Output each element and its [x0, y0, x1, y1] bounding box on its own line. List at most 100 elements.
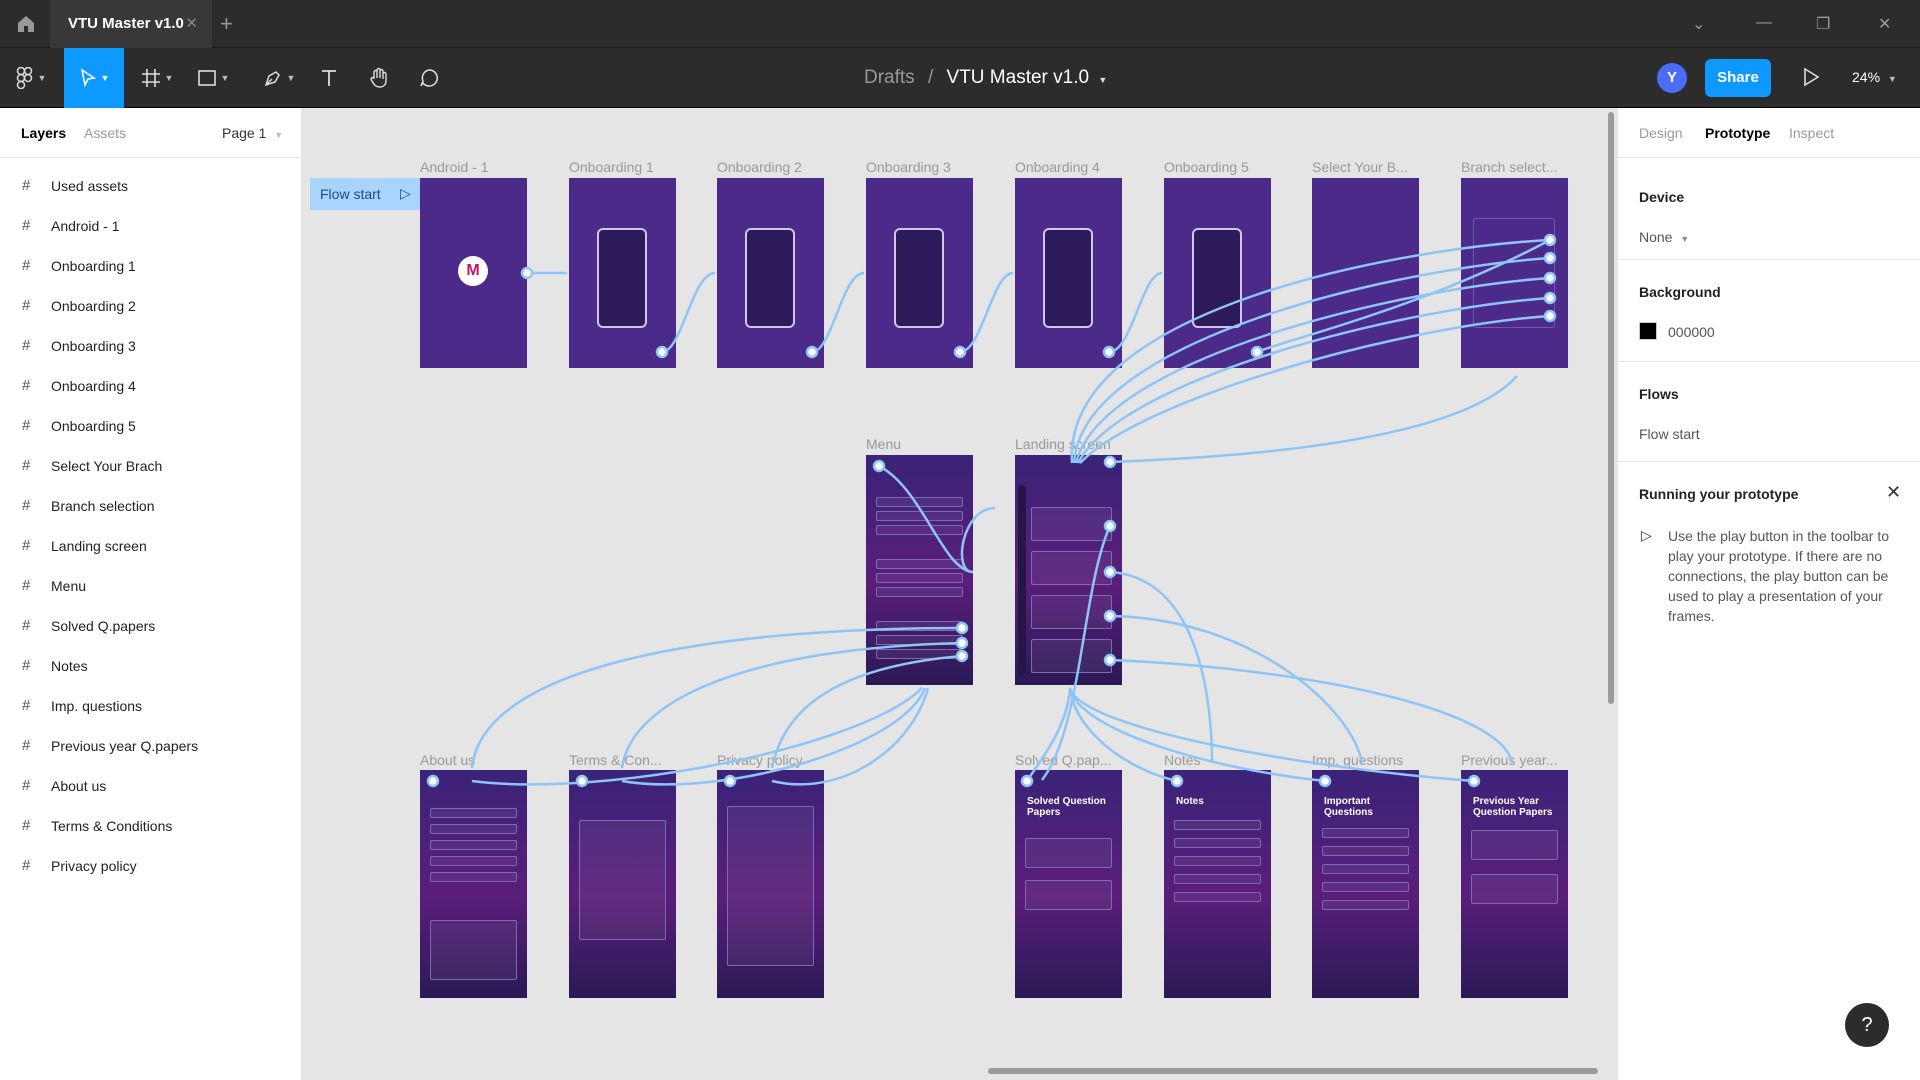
connection-node[interactable]	[1543, 233, 1557, 247]
connection-node[interactable]	[1543, 251, 1557, 265]
connection-node[interactable]	[520, 266, 534, 280]
present-play-icon[interactable]	[1800, 65, 1822, 89]
frame-icon: #	[22, 297, 31, 314]
horizontal-scrollbar[interactable]	[988, 1068, 1598, 1074]
device-section: Device None ▼	[1618, 158, 1920, 260]
help-button[interactable]: ?	[1845, 1003, 1889, 1047]
frame-icon: #	[22, 817, 31, 834]
layer-item[interactable]: # Landing screen	[0, 526, 301, 566]
layer-item[interactable]: # Solved Q.papers	[0, 606, 301, 646]
flow-item[interactable]: Flow start	[1639, 426, 1700, 442]
connection-node[interactable]	[955, 649, 969, 663]
main-menu-button[interactable]: ▼	[8, 48, 54, 108]
tab-assets[interactable]: Assets	[84, 125, 126, 141]
connection-node[interactable]	[1103, 455, 1117, 469]
layer-item[interactable]: # Onboarding 2	[0, 286, 301, 326]
connection-node[interactable]	[575, 774, 589, 788]
connection-node[interactable]	[955, 621, 969, 635]
connection-node[interactable]	[805, 345, 819, 359]
shape-tool-button[interactable]: ▼	[190, 48, 236, 108]
page-selector[interactable]: Page 1 ▼	[222, 125, 283, 141]
comment-icon	[420, 69, 438, 87]
layer-item[interactable]: # Onboarding 3	[0, 326, 301, 366]
layer-name: Branch selection	[51, 498, 155, 514]
close-tab-icon[interactable]: ✕	[185, 14, 198, 32]
share-button[interactable]: Share	[1705, 59, 1771, 97]
layer-item[interactable]: # Terms & Conditions	[0, 806, 301, 846]
hand-tool-button[interactable]	[364, 48, 394, 108]
connection-node[interactable]	[426, 774, 440, 788]
layer-item[interactable]: # Select Your Brach	[0, 446, 301, 486]
vertical-scrollbar[interactable]	[1608, 112, 1614, 704]
restore-icon[interactable]: ❐	[1816, 14, 1830, 34]
chevron-down-icon[interactable]: ▼	[1098, 75, 1107, 85]
connection-node[interactable]	[1170, 774, 1184, 788]
tab-layers[interactable]: Layers	[21, 125, 66, 141]
pen-tool-button[interactable]: ▼	[256, 48, 302, 108]
connection-node[interactable]	[1020, 774, 1034, 788]
connection-node[interactable]	[1543, 309, 1557, 323]
frame-tool-button[interactable]: ▼	[134, 48, 180, 108]
connection-node[interactable]	[1103, 565, 1117, 579]
connection-node[interactable]	[1103, 653, 1117, 667]
layer-item[interactable]: # About us	[0, 766, 301, 806]
layer-item[interactable]: # Previous year Q.papers	[0, 726, 301, 766]
layer-name: Notes	[51, 658, 88, 674]
frame-icon: #	[22, 617, 31, 634]
layer-name: Onboarding 3	[51, 338, 136, 354]
avatar[interactable]: Y	[1657, 63, 1687, 93]
connection-node[interactable]	[1250, 345, 1264, 359]
layer-item[interactable]: # Onboarding 5	[0, 406, 301, 446]
chevron-down-icon[interactable]: ⌄	[1692, 14, 1705, 34]
close-icon[interactable]: ✕	[1886, 482, 1901, 503]
layer-item[interactable]: # Android - 1	[0, 206, 301, 246]
tab-design[interactable]: Design	[1639, 125, 1683, 141]
frame-icon: #	[22, 657, 31, 674]
connector-line	[1068, 687, 1326, 783]
frame-icon: #	[22, 457, 31, 474]
move-tool-button[interactable]: ▼	[64, 48, 124, 108]
layer-item[interactable]: # Onboarding 4	[0, 366, 301, 406]
minimize-icon[interactable]: —	[1756, 14, 1772, 32]
layer-item[interactable]: # Notes	[0, 646, 301, 686]
layer-item[interactable]: # Onboarding 1	[0, 246, 301, 286]
layer-name: Landing screen	[51, 538, 147, 554]
background-swatch[interactable]	[1639, 322, 1657, 340]
file-name[interactable]: VTU Master v1.0	[947, 67, 1090, 88]
connection-node[interactable]	[1103, 519, 1117, 533]
connection-node[interactable]	[655, 345, 669, 359]
connection-node[interactable]	[1318, 774, 1332, 788]
connection-node[interactable]	[1103, 609, 1117, 623]
text-icon	[322, 70, 336, 86]
flows-section: Flows Flow start	[1618, 362, 1920, 462]
layer-item[interactable]: # Imp. questions	[0, 686, 301, 726]
connection-node[interactable]	[1543, 291, 1557, 305]
tab-prototype[interactable]: Prototype	[1705, 125, 1770, 141]
home-icon[interactable]	[14, 12, 38, 36]
new-tab-icon[interactable]: +	[220, 11, 233, 37]
layer-item[interactable]: # Used assets	[0, 166, 301, 206]
connector-line	[878, 464, 973, 574]
window-close-icon[interactable]: ✕	[1878, 14, 1891, 34]
layer-item[interactable]: # Branch selection	[0, 486, 301, 526]
file-tab[interactable]: VTU Master v1.0 ✕	[50, 0, 212, 48]
connection-node[interactable]	[1102, 345, 1116, 359]
comment-tool-button[interactable]	[414, 48, 444, 108]
layer-name: Used assets	[51, 178, 129, 194]
connector-line	[621, 687, 927, 786]
connection-node[interactable]	[953, 345, 967, 359]
device-dropdown[interactable]: None ▼	[1639, 229, 1689, 245]
tab-inspect[interactable]: Inspect	[1789, 125, 1834, 141]
connection-node[interactable]	[1543, 271, 1557, 285]
canvas[interactable]: Flow start ▷ Android - 1 Onboarding 1 On…	[302, 108, 1617, 1080]
connection-node[interactable]	[1467, 774, 1481, 788]
connection-node[interactable]	[723, 774, 737, 788]
layer-item[interactable]: # Privacy policy	[0, 846, 301, 886]
connection-node[interactable]	[955, 636, 969, 650]
background-hex[interactable]: 000000	[1668, 324, 1715, 340]
breadcrumb-drafts[interactable]: Drafts	[864, 67, 915, 88]
zoom-dropdown[interactable]: 24% ▼	[1852, 69, 1897, 85]
layer-item[interactable]: # Menu	[0, 566, 301, 606]
connection-node[interactable]	[872, 459, 886, 473]
text-tool-button[interactable]	[314, 48, 344, 108]
